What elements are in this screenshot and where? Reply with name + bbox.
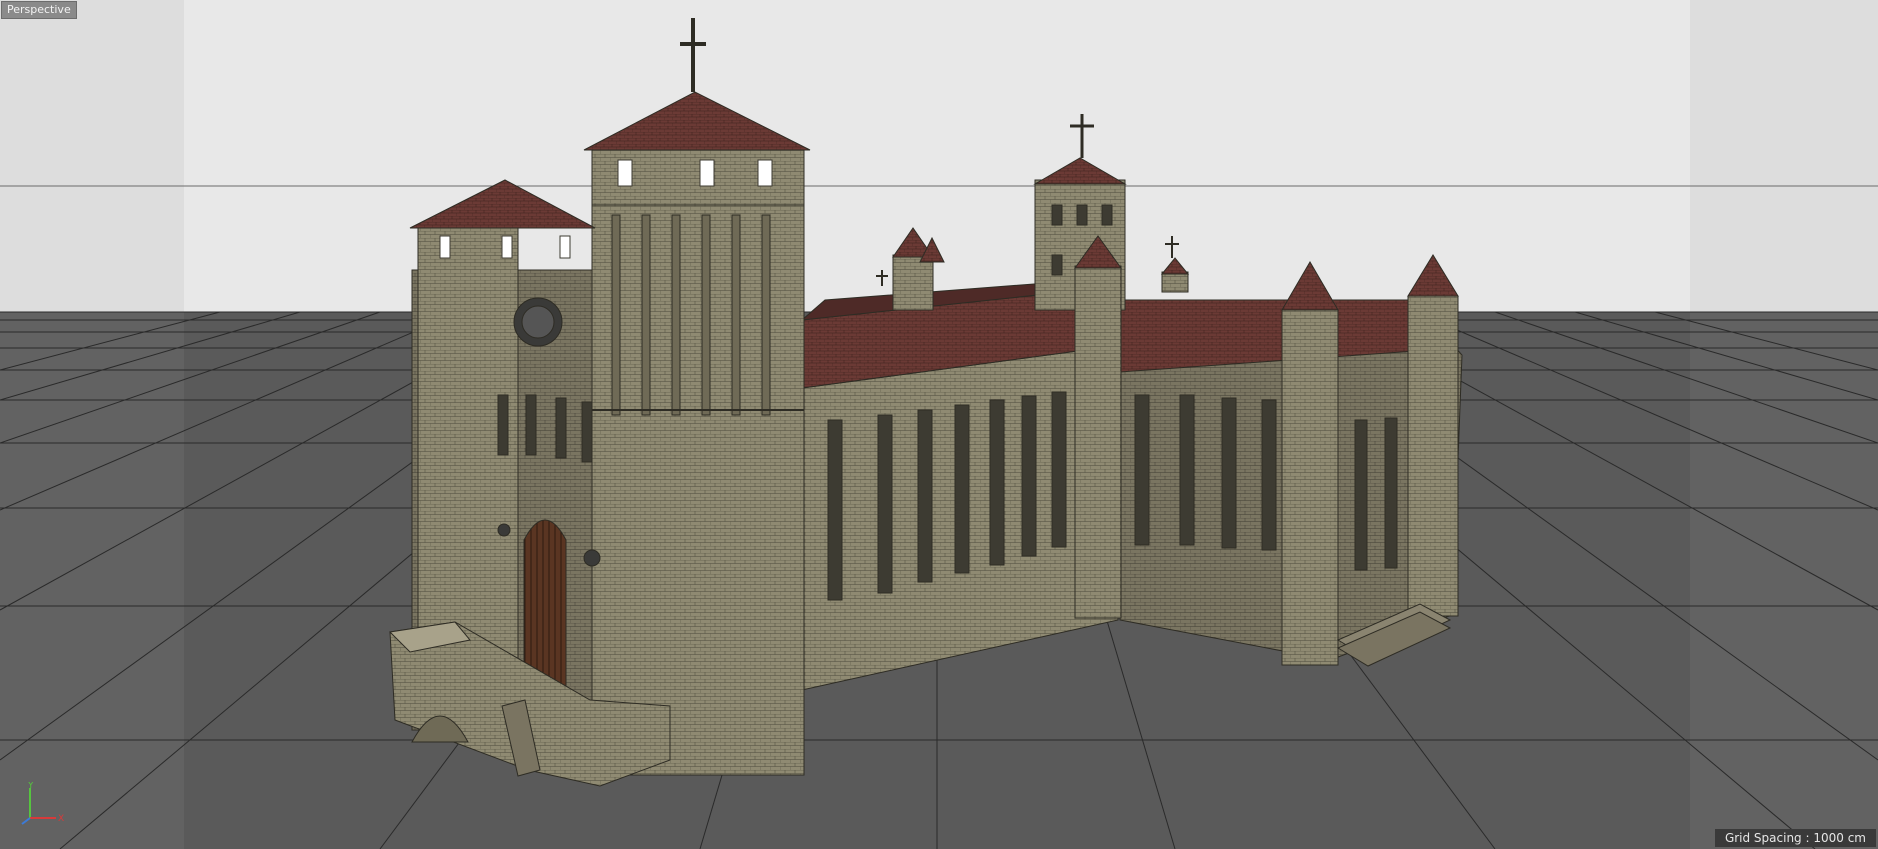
x-axis-label: X bbox=[58, 814, 64, 824]
y-axis-label: Y bbox=[27, 782, 34, 791]
axis-gizmo: Y X bbox=[21, 782, 64, 825]
3d-viewport[interactable]: Perspective Y X Grid Spacing : 1000 cm bbox=[0, 0, 1878, 849]
z-axis-line bbox=[21, 817, 31, 825]
grid-spacing-readout: Grid Spacing : 1000 cm bbox=[1714, 829, 1876, 847]
view-name-label[interactable]: Perspective bbox=[1, 1, 77, 19]
viewport-scene[interactable] bbox=[0, 0, 1878, 849]
